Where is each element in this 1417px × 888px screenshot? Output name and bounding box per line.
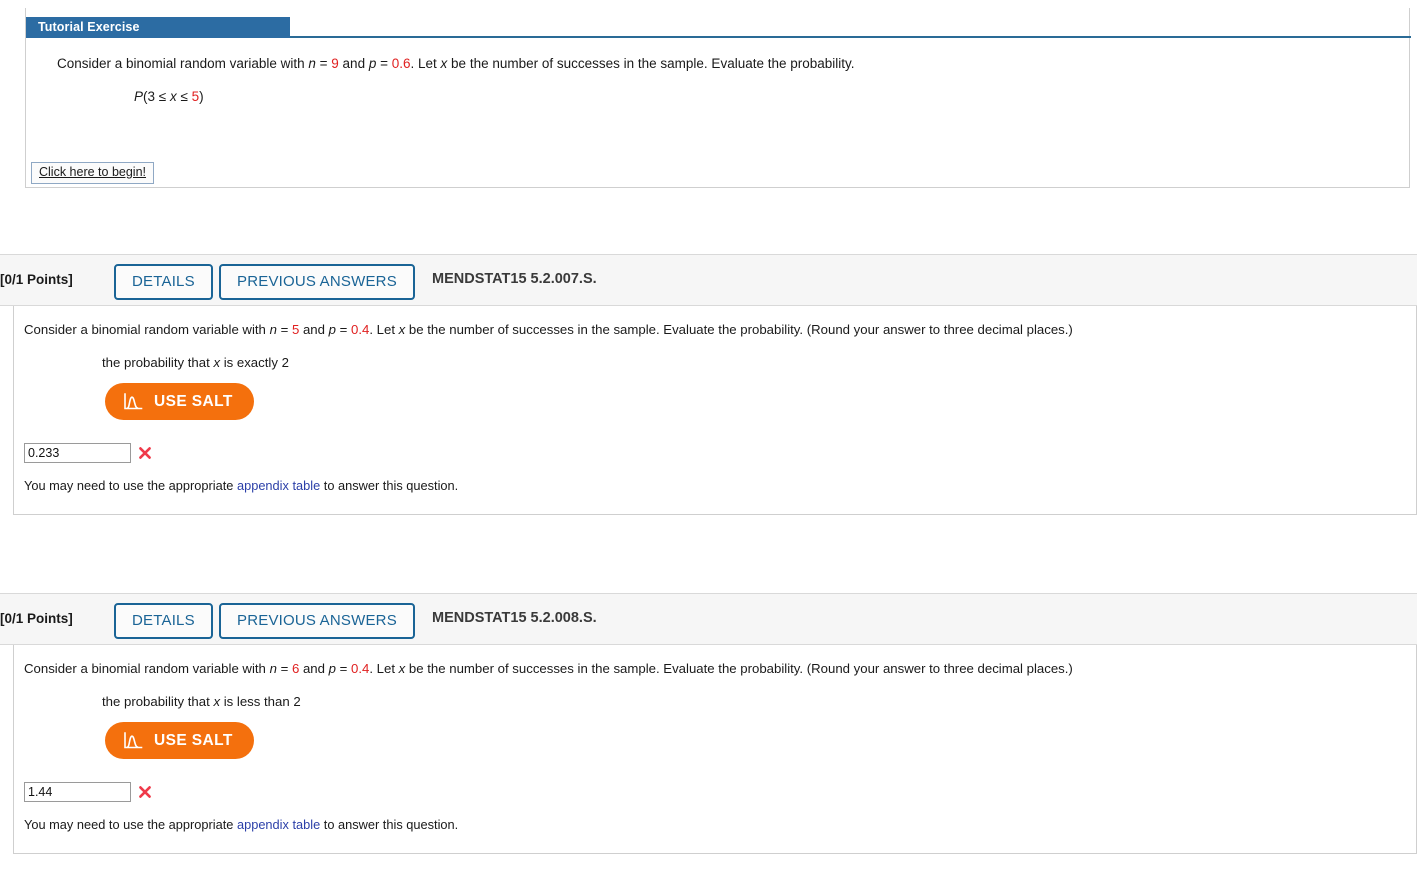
distribution-curve-icon bbox=[124, 392, 143, 409]
tutorial-n-value: 9 bbox=[331, 56, 339, 71]
n-symbol: n bbox=[269, 322, 277, 337]
tutorial-tabstrip: Tutorial Exercise bbox=[26, 8, 1411, 38]
question-header: [0/1 Points] DETAILS PREVIOUS ANSWERS ME… bbox=[0, 593, 1417, 645]
tutorial-exercise-tab: Tutorial Exercise bbox=[26, 17, 290, 38]
distribution-curve-icon bbox=[124, 731, 143, 748]
incorrect-x-icon bbox=[139, 447, 151, 459]
eq-1: = bbox=[276, 322, 292, 337]
question-header: [0/1 Points] DETAILS PREVIOUS ANSWERS ME… bbox=[0, 254, 1417, 306]
tutorial-stem-suffix: . Let bbox=[410, 56, 441, 71]
question-body: Consider a binomial random variable with… bbox=[13, 645, 1417, 854]
p-value: 0.4 bbox=[351, 322, 370, 337]
points-label: [0/1 Points] bbox=[0, 272, 73, 287]
question-subprompt: the probability that x is exactly 2 bbox=[102, 355, 289, 371]
tutorial-p-value: 0.6 bbox=[391, 56, 411, 71]
answer-input[interactable] bbox=[24, 782, 131, 802]
question-subprompt: the probability that x is less than 2 bbox=[102, 694, 301, 710]
question-block: [0/1 Points] DETAILS PREVIOUS ANSWERS ME… bbox=[0, 593, 1417, 854]
and-text: and bbox=[299, 661, 329, 676]
use-salt-label: USE SALT bbox=[154, 392, 233, 410]
appendix-table-link[interactable]: appendix table bbox=[237, 817, 320, 832]
stem-mid: . Let bbox=[369, 322, 399, 337]
expression-mid: ≤ bbox=[176, 89, 192, 104]
eq-2: = bbox=[335, 661, 351, 676]
answer-row bbox=[24, 782, 152, 802]
subprompt-tail: is exactly 2 bbox=[220, 355, 289, 370]
stem-prefix: Consider a binomial random variable with bbox=[24, 661, 270, 676]
stem-tail: be the number of successes in the sample… bbox=[405, 322, 1073, 337]
use-salt-button[interactable]: USE SALT bbox=[105, 383, 254, 420]
points-label: [0/1 Points] bbox=[0, 611, 73, 626]
answer-input[interactable] bbox=[24, 443, 131, 463]
eq-1: = bbox=[276, 661, 292, 676]
tutorial-tab-label: Tutorial Exercise bbox=[38, 20, 140, 34]
previous-answers-button[interactable]: PREVIOUS ANSWERS bbox=[219, 264, 415, 300]
tutorial-probability-expression: P(3 ≤ x ≤ 5) bbox=[26, 72, 1411, 105]
n-symbol: n bbox=[269, 661, 277, 676]
appendix-table-link[interactable]: appendix table bbox=[237, 478, 320, 493]
answer-row bbox=[24, 443, 152, 463]
p-symbol: p bbox=[328, 322, 336, 337]
stem-tail: be the number of successes in the sample… bbox=[405, 661, 1073, 676]
tutorial-eq-1: = bbox=[315, 56, 332, 71]
stem-mid: . Let bbox=[369, 661, 399, 676]
expression-upper-bound: 5 bbox=[191, 89, 200, 104]
p-value: 0.4 bbox=[351, 661, 370, 676]
tutorial-n-symbol: n bbox=[308, 56, 316, 71]
stem-prefix: Consider a binomial random variable with bbox=[24, 322, 270, 337]
use-salt-label: USE SALT bbox=[154, 731, 233, 749]
hint-suffix: to answer this question. bbox=[320, 478, 459, 493]
details-button[interactable]: DETAILS bbox=[114, 264, 213, 300]
subprompt-tail: is less than 2 bbox=[220, 694, 301, 709]
use-salt-button[interactable]: USE SALT bbox=[105, 722, 254, 759]
subprompt-prefix: the probability that bbox=[102, 694, 214, 709]
question-block: [0/1 Points] DETAILS PREVIOUS ANSWERS ME… bbox=[0, 254, 1417, 515]
question-stem: Consider a binomial random variable with… bbox=[24, 661, 1073, 677]
appendix-hint: You may need to use the appropriate appe… bbox=[24, 478, 458, 493]
previous-answers-button[interactable]: PREVIOUS ANSWERS bbox=[219, 603, 415, 639]
eq-2: = bbox=[335, 322, 351, 337]
expression-p-symbol: P bbox=[134, 89, 144, 104]
expression-close: ) bbox=[199, 89, 204, 104]
p-symbol: p bbox=[328, 661, 336, 676]
tutorial-question-text: Consider a binomial random variable with… bbox=[26, 38, 1411, 72]
appendix-hint: You may need to use the appropriate appe… bbox=[24, 817, 458, 832]
tutorial-stem-prefix: Consider a binomial random variable with bbox=[57, 56, 309, 71]
tutorial-stem-tail: be the number of successes in the sample… bbox=[447, 56, 855, 71]
question-code: MENDSTAT15 5.2.007.S. bbox=[432, 271, 597, 287]
and-text: and bbox=[299, 322, 329, 337]
click-here-to-begin-button[interactable]: Click here to begin! bbox=[31, 162, 155, 184]
expression-x-symbol: x bbox=[169, 89, 177, 104]
incorrect-x-icon bbox=[139, 786, 151, 798]
expression-open: (3 ≤ bbox=[143, 89, 170, 104]
question-stem: Consider a binomial random variable with… bbox=[24, 322, 1073, 338]
details-button[interactable]: DETAILS bbox=[114, 603, 213, 639]
hint-suffix: to answer this question. bbox=[320, 817, 459, 832]
tutorial-and: and bbox=[338, 56, 369, 71]
question-body: Consider a binomial random variable with… bbox=[13, 306, 1417, 515]
subprompt-prefix: the probability that bbox=[102, 355, 214, 370]
hint-prefix: You may need to use the appropriate bbox=[24, 817, 237, 832]
hint-prefix: You may need to use the appropriate bbox=[24, 478, 237, 493]
tutorial-eq-2: = bbox=[376, 56, 392, 71]
question-code: MENDSTAT15 5.2.008.S. bbox=[432, 610, 597, 626]
tutorial-exercise-panel: Tutorial Exercise Consider a binomial ra… bbox=[25, 8, 1411, 188]
tutorial-body: Consider a binomial random variable with… bbox=[26, 38, 1411, 184]
